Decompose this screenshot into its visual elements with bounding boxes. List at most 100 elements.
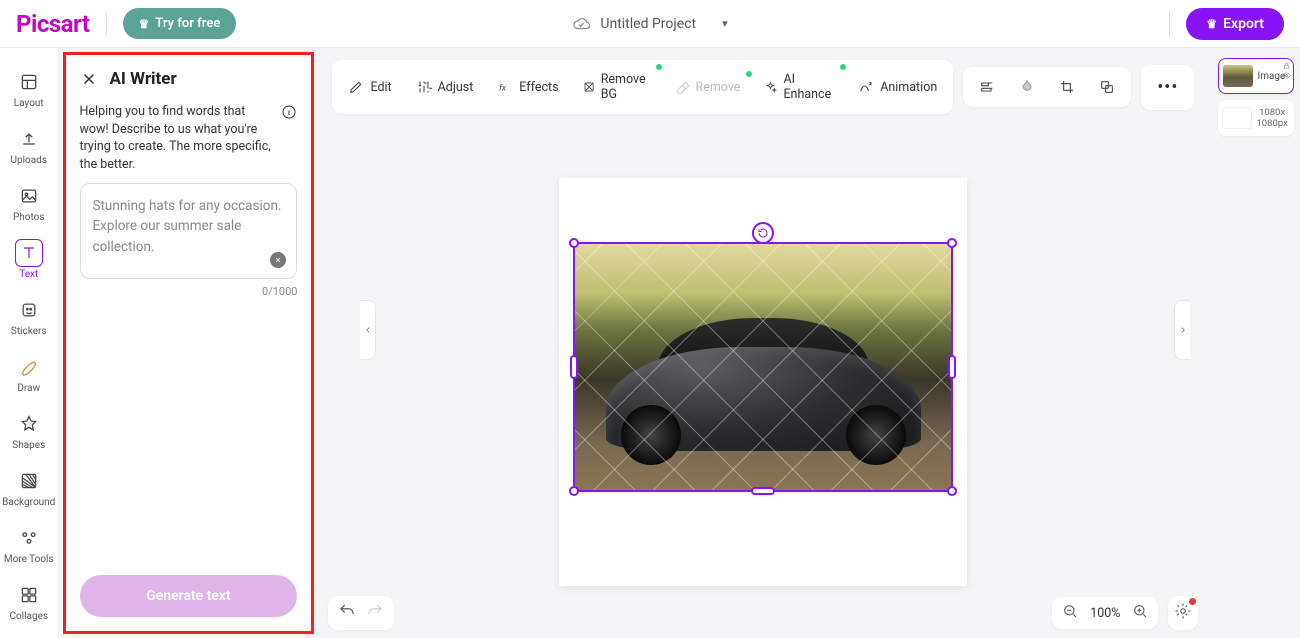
svg-text:fx: fx <box>499 83 507 93</box>
collages-icon <box>19 585 39 605</box>
nav-label: Text <box>19 269 38 280</box>
export-button[interactable]: ♛ Export <box>1186 8 1284 40</box>
undo-button[interactable] <box>338 602 356 624</box>
animation-button[interactable]: Animation <box>846 71 949 103</box>
resize-handle-left[interactable] <box>570 355 578 379</box>
generate-text-button[interactable]: Generate text <box>80 575 298 617</box>
align-button[interactable] <box>967 71 1007 103</box>
sidebar-item-draw[interactable]: Draw <box>1 347 57 400</box>
rotate-handle[interactable] <box>752 222 774 244</box>
divider <box>106 12 107 36</box>
canvas-stage[interactable] <box>314 126 1212 638</box>
remove-button: Remove <box>662 71 753 103</box>
info-icon[interactable] <box>281 104 297 120</box>
sidebar-item-text[interactable]: Text <box>1 233 57 286</box>
char-count: 0/1000 <box>80 285 298 298</box>
cloud-icon <box>572 15 590 33</box>
edit-icon <box>348 79 364 95</box>
edit-button[interactable]: Edit <box>336 71 403 103</box>
canvas-area: Edit Adjust fxEffects Remove BG Remove A… <box>314 48 1212 638</box>
sidebar-item-background[interactable]: Background <box>1 461 57 514</box>
ai-writer-panel: AI Writer Helping you to find words that… <box>63 52 315 634</box>
ai-writer-description: Helping you to find words that wow! Desc… <box>80 103 274 173</box>
sidebar-item-layout[interactable]: Layout <box>1 62 57 115</box>
nav-label: Stickers <box>11 326 47 337</box>
redo-button <box>366 602 384 624</box>
eye-icon[interactable] <box>1282 71 1291 80</box>
crop-button[interactable] <box>1047 71 1087 103</box>
nav-label: Photos <box>13 212 45 223</box>
resize-handle-right[interactable] <box>948 355 956 379</box>
eraser-icon <box>674 79 690 95</box>
ai-enhance-button[interactable]: AI Enhance <box>752 64 846 110</box>
resize-handle-br[interactable] <box>947 486 957 496</box>
picsart-logo[interactable]: Picsart <box>16 10 90 38</box>
ai-writer-title: AI Writer <box>110 69 177 89</box>
crop-icon <box>1059 79 1075 95</box>
nav-label: Shapes <box>12 440 45 451</box>
resize-handle-bottom[interactable] <box>751 487 775 495</box>
layer-background[interactable]: 1080x 1080px <box>1218 100 1294 136</box>
layout-icon <box>19 72 39 92</box>
adjust-button[interactable]: Adjust <box>404 71 486 103</box>
settings-button[interactable] <box>1168 596 1198 630</box>
close-icon[interactable] <box>80 70 98 88</box>
export-label: Export <box>1223 16 1264 32</box>
stickers-icon <box>19 300 39 320</box>
sidebar-item-shapes[interactable]: Shapes <box>1 404 57 457</box>
effects-button[interactable]: fxEffects <box>485 71 570 103</box>
crown-icon: ♛ <box>139 17 150 31</box>
layer-order-button[interactable] <box>1087 71 1127 103</box>
opacity-button[interactable] <box>1007 71 1047 103</box>
app-header: Picsart ♛ Try for free Untitled Project … <box>0 0 1300 48</box>
nav-label: Uploads <box>11 155 47 166</box>
prompt-placeholder: Stunning hats for any occasion. Explore … <box>93 196 285 257</box>
bottom-bar: 100% <box>328 596 1198 630</box>
chevron-down-icon[interactable]: ▾ <box>722 17 728 30</box>
sidebar-item-collages[interactable]: Collages <box>1 575 57 628</box>
dots-icon: ••• <box>1157 77 1178 98</box>
expand-layers-handle[interactable] <box>1174 300 1190 360</box>
align-icon <box>979 79 995 95</box>
more-options-button[interactable]: ••• <box>1145 69 1190 106</box>
zoom-in-button[interactable] <box>1132 603 1148 623</box>
opacity-icon <box>1019 79 1035 95</box>
remove-bg-icon <box>583 79 595 95</box>
sidebar-item-stickers[interactable]: Stickers <box>1 290 57 343</box>
sidebar-item-photos[interactable]: Photos <box>1 176 57 229</box>
project-title[interactable]: Untitled Project ▾ <box>572 15 727 33</box>
adjust-icon <box>416 79 432 95</box>
resize-handle-bl[interactable] <box>569 486 579 496</box>
clear-input-button[interactable] <box>270 252 286 268</box>
sidebar-item-more-tools[interactable]: More Tools <box>1 518 57 571</box>
artboard[interactable] <box>559 178 967 586</box>
lock-icon[interactable] <box>1282 61 1291 70</box>
prompt-input[interactable]: Stunning hats for any occasion. Explore … <box>80 183 298 279</box>
sidebar-item-templates[interactable]: Templates <box>1 632 57 638</box>
layer-image[interactable]: Image <box>1218 58 1294 94</box>
remove-bg-button[interactable]: Remove BG <box>571 64 662 110</box>
layer-thumbnail <box>1223 65 1253 87</box>
try-free-label: Try for free <box>155 16 220 31</box>
zoom-controls: 100% <box>1052 597 1158 629</box>
brush-icon <box>19 357 39 377</box>
star-icon <box>19 414 39 434</box>
gear-icon <box>1174 602 1192 620</box>
upload-icon <box>19 129 39 149</box>
nav-label: Background <box>2 497 55 508</box>
resize-handle-tr[interactable] <box>947 238 957 248</box>
left-sidebar: Layout Uploads Photos Text Stickers Draw… <box>0 48 59 638</box>
new-badge <box>838 62 848 72</box>
image-selection[interactable] <box>573 242 953 492</box>
resize-handle-tl[interactable] <box>569 238 579 248</box>
layers-panel: Image 1080x 1080px <box>1212 48 1300 638</box>
project-title-label: Untitled Project <box>600 16 696 32</box>
zoom-out-button[interactable] <box>1062 603 1078 623</box>
crown-icon: ♛ <box>1206 17 1217 31</box>
photos-icon <box>19 186 39 206</box>
layer-actions <box>1282 61 1291 80</box>
effects-icon: fx <box>497 79 513 95</box>
sidebar-item-uploads[interactable]: Uploads <box>1 119 57 172</box>
sparkle-icon <box>764 79 777 95</box>
try-for-free-button[interactable]: ♛ Try for free <box>123 8 237 39</box>
